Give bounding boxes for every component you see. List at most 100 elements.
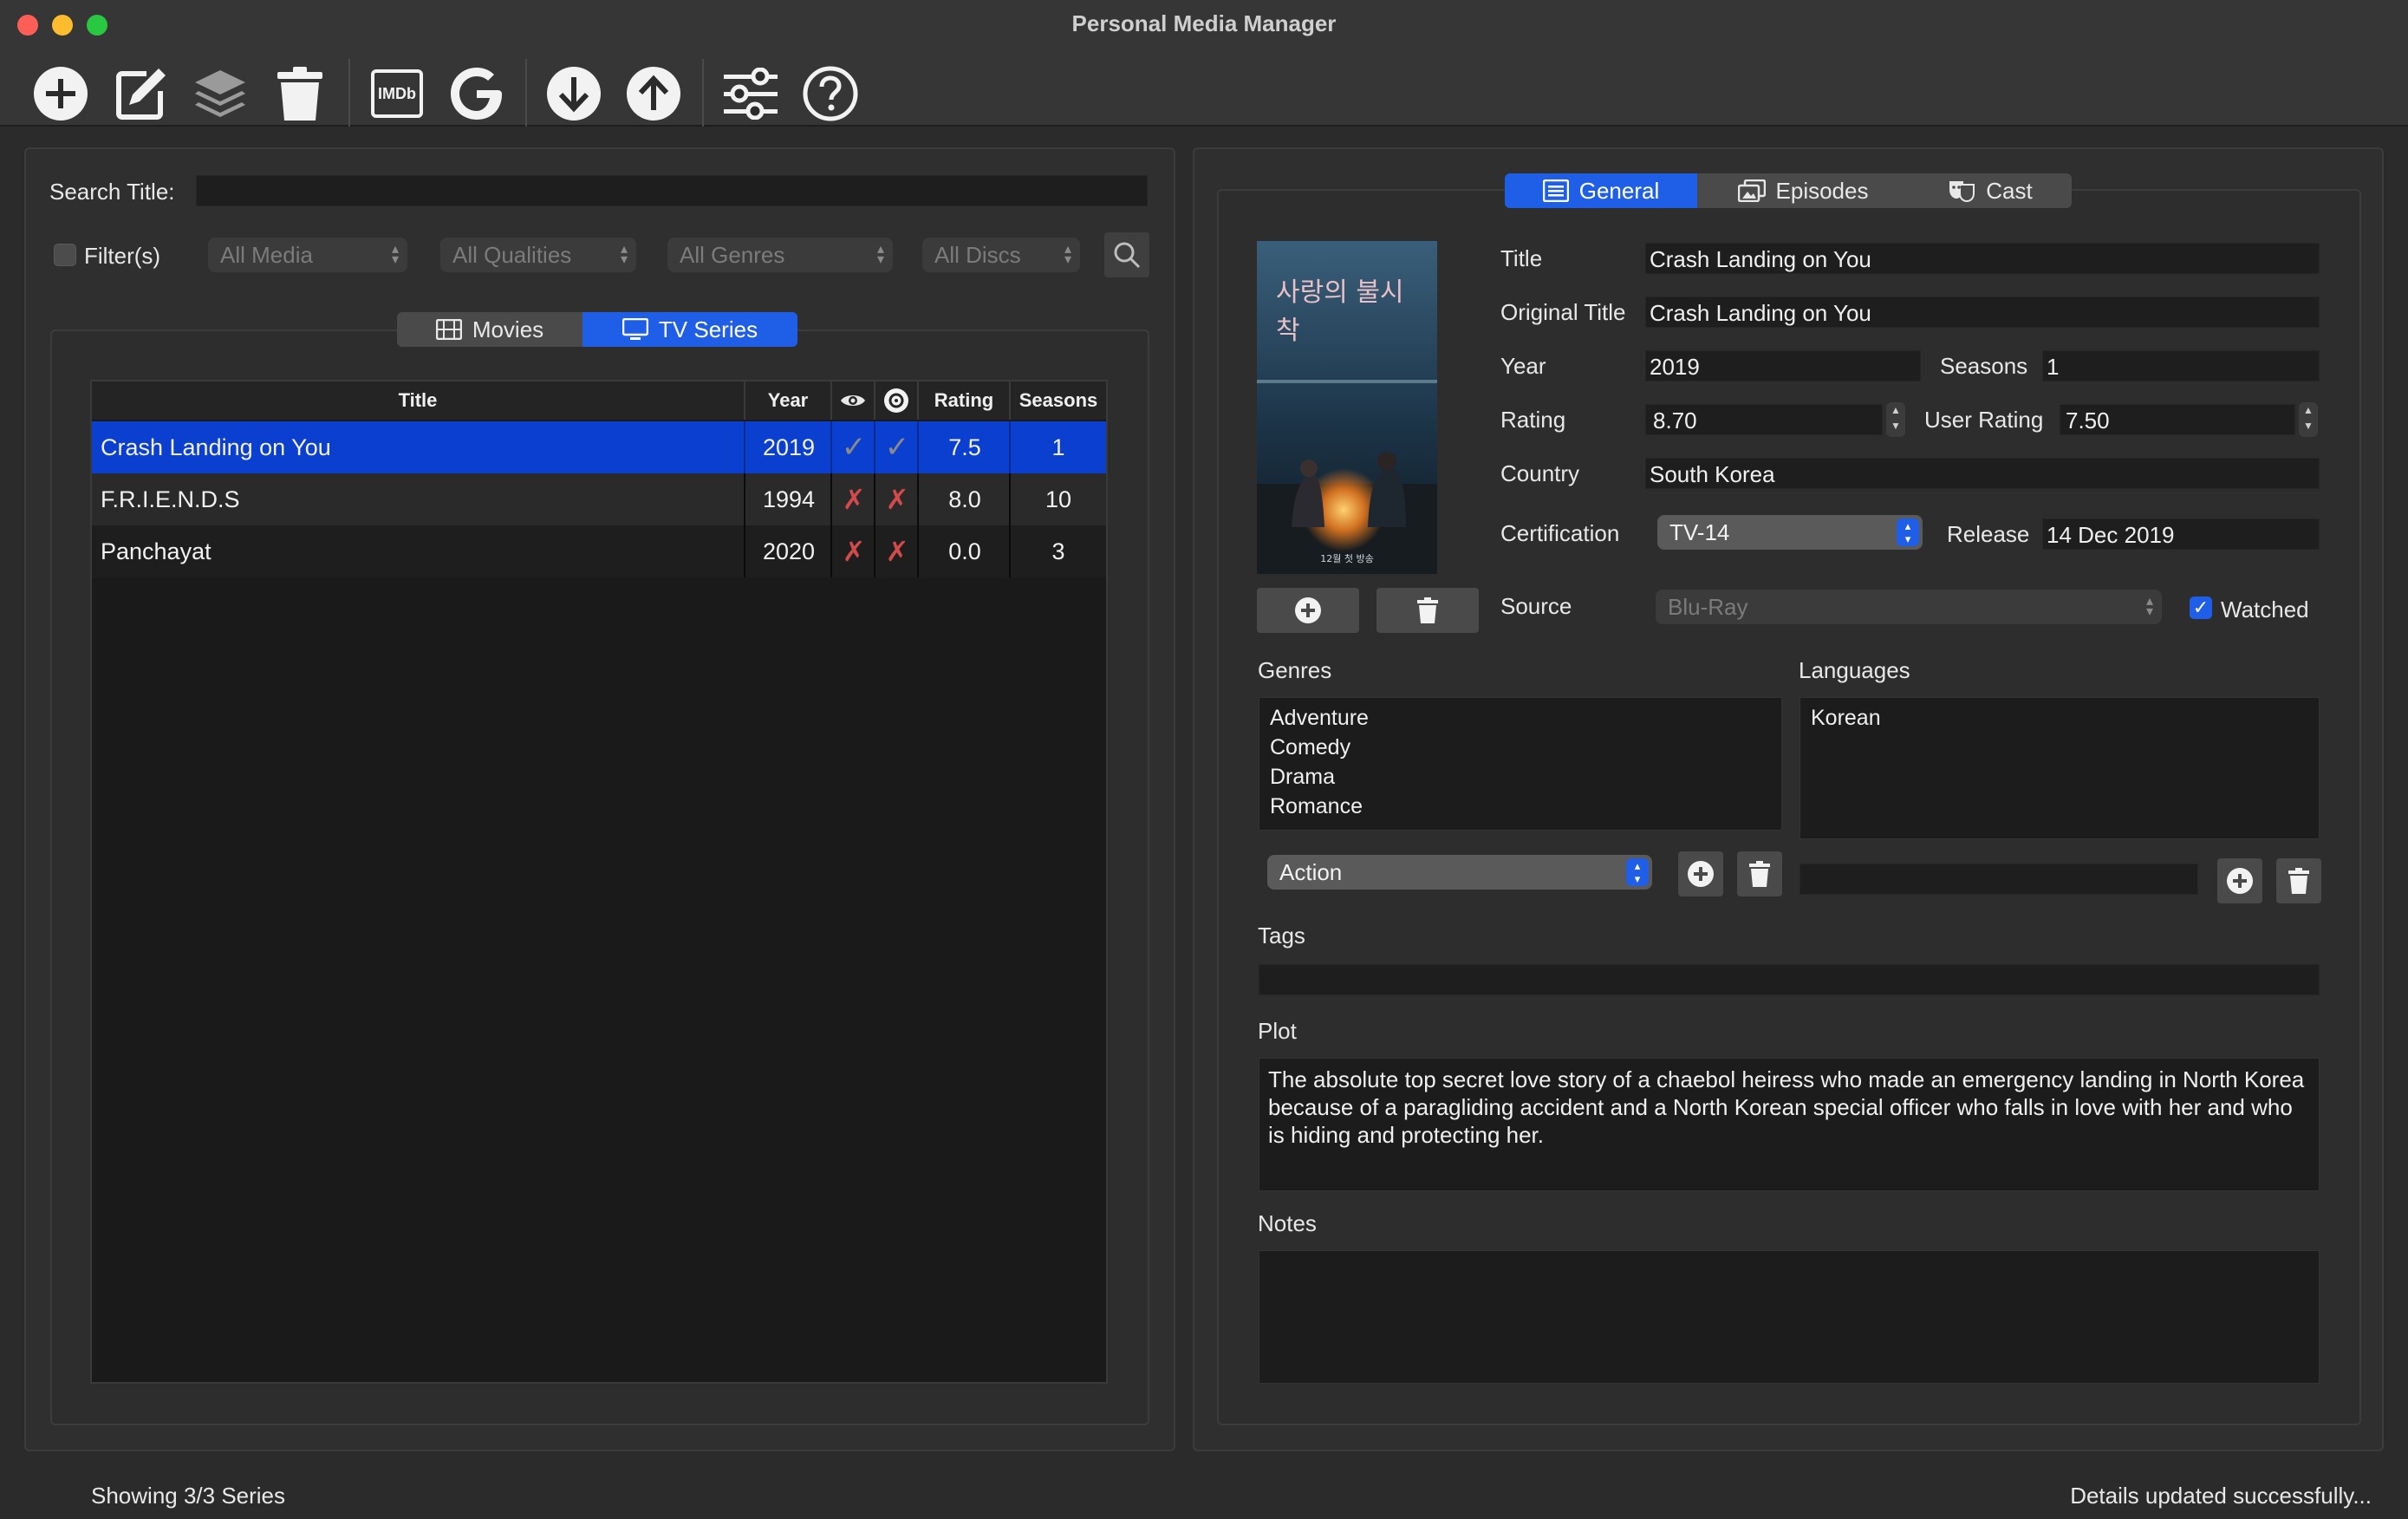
list-item[interactable]: Romance [1270, 792, 1771, 821]
arrow-down-circle-icon [547, 67, 601, 121]
edit-icon [116, 68, 166, 120]
tab-general[interactable]: General [1505, 173, 1697, 208]
languages-list[interactable]: Korean [1799, 697, 2320, 839]
title-bar: Personal Media Manager [0, 0, 2408, 50]
column-divider [830, 421, 832, 473]
disc-filter-select[interactable]: All Discs ▴ ▾ [922, 238, 1080, 272]
source-label: Source [1500, 593, 1572, 619]
detail-tabs: General Episodes Cast [1505, 173, 2072, 208]
trash-icon [2288, 868, 2309, 894]
column-divider [744, 473, 745, 525]
search-title-input[interactable] [196, 175, 1148, 206]
delete-language-button[interactable] [2276, 858, 2321, 903]
year-input[interactable]: 2019 [1645, 350, 1921, 381]
plot-textarea[interactable]: The absolute top secret love story of a … [1259, 1058, 2320, 1191]
tab-movies[interactable]: Movies [397, 312, 582, 347]
add-poster-button[interactable] [1257, 588, 1359, 633]
notes-textarea[interactable] [1259, 1250, 2320, 1384]
layers-button[interactable] [185, 59, 255, 128]
column-header-seasons[interactable]: Seasons [1011, 381, 1106, 420]
add-genre-button[interactable] [1678, 851, 1723, 896]
column-header-watched[interactable] [832, 381, 875, 420]
tab-episodes[interactable]: Episodes [1697, 173, 1909, 208]
quality-filter-select[interactable]: All Qualities ▴ ▾ [440, 238, 636, 272]
add-button[interactable] [26, 59, 95, 128]
download-button[interactable] [539, 59, 609, 128]
tags-input[interactable] [1259, 964, 2320, 995]
tab-cast-label: Cast [1986, 177, 2033, 204]
table-row[interactable]: Crash Landing on You 2019 ✓ ✓ 7.5 1 [92, 421, 1106, 473]
rating-label: Rating [1500, 407, 1566, 433]
series-table[interactable]: Title Year Rating Seasons Crash Landing … [90, 380, 1108, 1384]
list-item[interactable]: Drama [1270, 762, 1771, 792]
settings-button[interactable] [716, 59, 785, 128]
svg-text:IMDb: IMDb [378, 85, 416, 102]
disc-icon [884, 388, 908, 413]
toolbar-separator [348, 59, 350, 127]
cell-rating: 0.0 [948, 538, 981, 564]
tab-cast[interactable]: Cast [1909, 173, 2072, 208]
layers-icon [195, 70, 245, 117]
column-header-rating[interactable]: Rating [919, 381, 1011, 420]
seasons-input[interactable]: 1 [2042, 350, 2320, 381]
cell-rating: 8.0 [948, 486, 981, 512]
upload-button[interactable] [619, 59, 688, 128]
release-input[interactable]: 14 Dec 2019 [2042, 518, 2320, 550]
column-divider [874, 421, 875, 473]
languages-label: Languages [1799, 657, 1910, 683]
watched-checkbox[interactable]: ✓ [2190, 597, 2212, 619]
delete-genre-button[interactable] [1737, 851, 1782, 896]
user-rating-input[interactable]: 7.50 [2060, 404, 2295, 435]
certification-value: TV-14 [1669, 518, 1730, 545]
delete-poster-button[interactable] [1376, 588, 1479, 633]
genre-select-value: Action [1279, 858, 1343, 885]
add-language-button[interactable] [2217, 858, 2262, 903]
column-header-title[interactable]: Title [92, 381, 745, 420]
delete-button[interactable] [265, 59, 335, 128]
column-divider [917, 525, 919, 577]
media-filter-select[interactable]: All Media ▴ ▾ [208, 238, 407, 272]
column-divider [744, 525, 745, 577]
certification-select[interactable]: TV-14 ▴ ▾ [1657, 515, 1923, 550]
rating-stepper[interactable]: ▲ ▼ [1886, 402, 1905, 437]
cell-title: Panchayat [101, 538, 212, 564]
release-label: Release [1947, 521, 2030, 547]
genre-filter-select[interactable]: All Genres ▴ ▾ [667, 238, 893, 272]
tab-movies-label: Movies [472, 316, 544, 342]
trash-icon [1749, 861, 1770, 887]
original-title-input[interactable]: Crash Landing on You [1645, 297, 2320, 328]
list-item[interactable]: Korean [1811, 703, 2308, 733]
table-row[interactable]: F.R.I.E.N.D.S 1994 ✗ ✗ 8.0 10 [92, 473, 1106, 525]
search-button[interactable] [1104, 232, 1149, 277]
google-button[interactable] [442, 59, 511, 128]
filter-checkbox[interactable] [54, 244, 76, 266]
poster-image[interactable]: 사랑의 불시착 12월 첫 방송 [1257, 241, 1437, 574]
list-icon [1542, 179, 1569, 202]
genres-list[interactable]: Adventure Comedy Drama Romance [1259, 697, 1782, 831]
plus-circle-icon [2227, 868, 2253, 894]
chevron-updown-icon: ▴ ▾ [1626, 858, 1649, 886]
column-header-disc[interactable] [875, 381, 919, 420]
chevron-updown-icon: ▴ ▾ [391, 242, 399, 267]
table-row[interactable]: Panchayat 2020 ✗ ✗ 0.0 3 [92, 525, 1106, 577]
tab-tv-series[interactable]: TV Series [582, 312, 797, 347]
user-rating-stepper[interactable]: ▲ ▼ [2299, 402, 2318, 437]
genres-label: Genres [1258, 657, 1332, 683]
edit-button[interactable] [106, 59, 175, 128]
cell-seasons: 10 [1045, 486, 1072, 512]
language-input[interactable] [1799, 864, 2198, 895]
list-item[interactable]: Comedy [1270, 733, 1771, 762]
column-divider [1009, 473, 1011, 525]
list-item[interactable]: Adventure [1270, 703, 1771, 733]
imdb-button[interactable]: IMDb [362, 59, 432, 128]
source-value: Blu-Ray [1668, 593, 1748, 620]
source-select[interactable]: Blu-Ray ▴ ▾ [1656, 590, 2162, 624]
cell-year: 2019 [762, 434, 816, 460]
country-input[interactable]: South Korea [1645, 458, 2320, 489]
episodes-icon [1737, 179, 1766, 202]
help-button[interactable] [796, 59, 865, 128]
genre-select[interactable]: Action ▴ ▾ [1267, 855, 1652, 890]
rating-input[interactable]: 8.70 [1645, 404, 1883, 435]
title-input[interactable]: Crash Landing on You [1645, 243, 2320, 274]
column-header-year[interactable]: Year [745, 381, 832, 420]
